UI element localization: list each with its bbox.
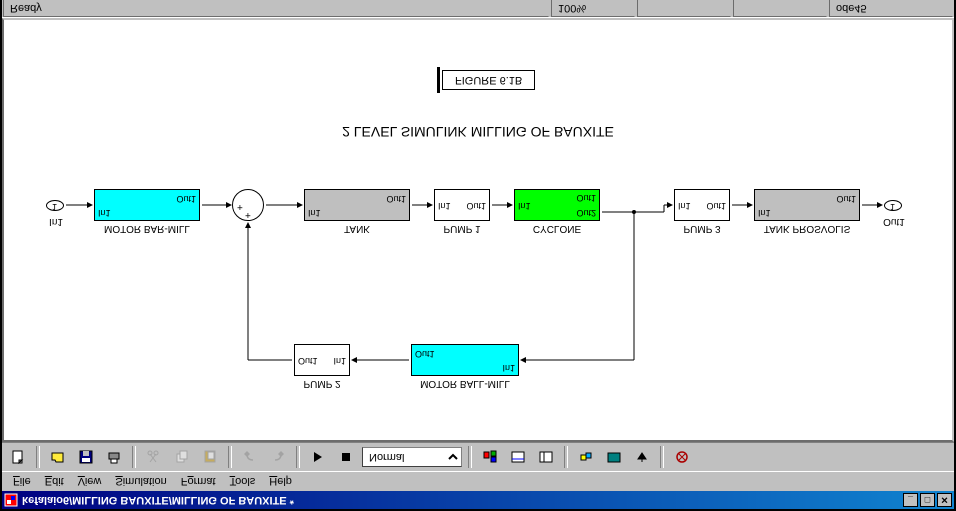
port-in1[interactable]: 1 [46, 200, 64, 211]
block-ball-mill-label: MOTOR BALL-MILL [411, 378, 519, 389]
build-button[interactable] [670, 445, 694, 469]
status-bar: Ready 100% ode45 [2, 0, 954, 18]
new-button[interactable] [6, 445, 30, 469]
open-button[interactable] [46, 445, 70, 469]
stop-button[interactable] [334, 445, 358, 469]
separator [132, 446, 136, 468]
block-tank-prosvolis-label: TANK PROSVOLIS [754, 223, 860, 234]
down-button[interactable] [630, 445, 654, 469]
status-solver: ode45 [829, 0, 953, 17]
port-out1-label: Out1 [880, 216, 908, 227]
status-ready: Ready [3, 0, 549, 17]
title-bar: kefalaio6/MILLING BAUXITE/MILLING OF BAU… [2, 491, 954, 509]
diagram-canvas[interactable]: 1 In1 In1 Out1 MOTOR BAR-MILL + + In1 Ou… [2, 18, 954, 442]
status-pane1 [637, 0, 731, 17]
separator [660, 446, 664, 468]
redo-button[interactable] [266, 445, 290, 469]
block-tank-label: TANK [304, 223, 410, 234]
app-window: kefalaio6/MILLING BAUXITE/MILLING OF BAU… [0, 0, 956, 511]
separator [296, 446, 300, 468]
maximize-button[interactable]: □ [920, 493, 935, 507]
block-cyclone-label: CYCLONE [514, 223, 600, 234]
cut-button[interactable] [142, 445, 166, 469]
separator [228, 446, 232, 468]
menu-view[interactable]: View [71, 474, 109, 490]
play-button[interactable] [306, 445, 330, 469]
block-pump1-label: PUMP 1 [434, 223, 490, 234]
separator [564, 446, 568, 468]
title-text: kefalaio6/MILLING BAUXITE/MILLING OF BAU… [22, 494, 294, 506]
block-sum[interactable]: + + [232, 189, 264, 221]
app-icon [4, 493, 18, 507]
figure-label: FIGURE 6.1B [442, 70, 535, 90]
block-cyclone[interactable]: In1 Out2 Out1 [514, 189, 600, 221]
block-pump3-label: PUMP 3 [674, 223, 730, 234]
model-explorer-button[interactable] [506, 445, 530, 469]
block-pump3[interactable]: In1 Out1 [674, 189, 730, 221]
menu-file[interactable]: File [6, 474, 38, 490]
toolbar: Normal [2, 442, 954, 472]
block-pump2[interactable]: In1 Out1 [294, 344, 350, 376]
status-zoom: 100% [551, 0, 635, 17]
menu-edit[interactable]: Edit [38, 474, 71, 490]
tool3-button[interactable] [534, 445, 558, 469]
menu-simulation[interactable]: Simulation [108, 474, 173, 490]
menu-format[interactable]: Format [174, 474, 223, 490]
save-button[interactable] [74, 445, 98, 469]
menu-bar: File Edit View Simulation Format Tools H… [2, 472, 954, 491]
copy-button[interactable] [170, 445, 194, 469]
block-bar-mill-label: MOTOR BAR-MILL [94, 223, 200, 234]
minimize-button[interactable]: _ [903, 493, 918, 507]
diagram-title: 2 LEVEL SIMULINK MILLING OF BAUXITE [4, 124, 952, 140]
port-out1[interactable]: 1 [884, 200, 902, 211]
screen-button[interactable] [602, 445, 626, 469]
block-bar-mill[interactable]: In1 Out1 [94, 189, 200, 221]
simulation-mode-select[interactable]: Normal [362, 447, 462, 467]
undo-button[interactable] [238, 445, 262, 469]
menu-help[interactable]: Help [262, 474, 299, 490]
block-tank[interactable]: In1 Out1 [304, 189, 410, 221]
block-pump1[interactable]: In1 Out1 [434, 189, 490, 221]
separator [468, 446, 472, 468]
paste-button[interactable] [198, 445, 222, 469]
status-pane2 [733, 0, 827, 17]
debug-button[interactable] [574, 445, 598, 469]
close-button[interactable]: ✕ [937, 493, 952, 507]
print-button[interactable] [102, 445, 126, 469]
block-tank-prosvolis[interactable]: In1 Out1 [754, 189, 860, 221]
block-ball-mill[interactable]: In1 Out1 [411, 344, 519, 376]
port-in1-label: In1 [46, 216, 66, 227]
separator [36, 446, 40, 468]
lib-browser-button[interactable] [478, 445, 502, 469]
menu-tools[interactable]: Tools [223, 474, 263, 490]
block-pump2-label: PUMP 2 [294, 378, 350, 389]
